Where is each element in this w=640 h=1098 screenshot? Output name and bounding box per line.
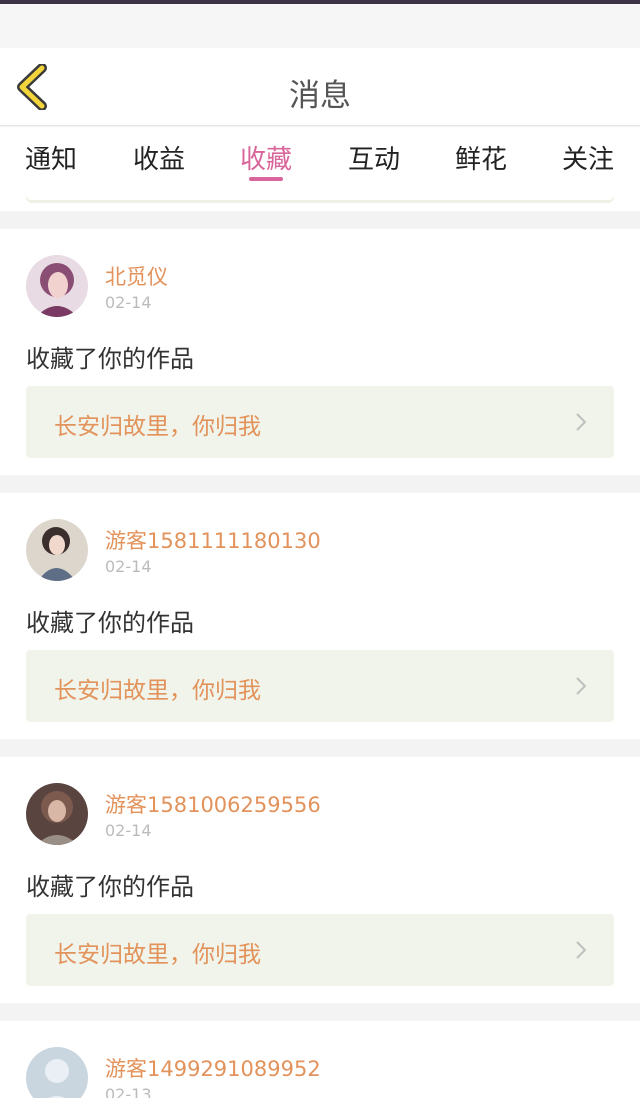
notification-card: 游客1499291089952 02-13 bbox=[0, 1021, 640, 1098]
user-avatar-image bbox=[26, 255, 88, 317]
work-link[interactable]: 长安归故里，你归我 bbox=[26, 650, 614, 722]
user-name[interactable]: 游客1581006259556 bbox=[105, 789, 321, 819]
previous-card-edge bbox=[26, 197, 614, 203]
notification-date: 02-14 bbox=[105, 557, 152, 576]
status-bar-spacer bbox=[0, 4, 640, 48]
default-avatar-icon bbox=[26, 1047, 88, 1098]
tab-earnings[interactable]: 收益 bbox=[114, 139, 204, 176]
notification-card: 游客1581006259556 02-14 收藏了你的作品 长安归故里，你归我 bbox=[0, 757, 640, 1003]
user-avatar-image bbox=[26, 519, 88, 581]
tab-favorites[interactable]: 收藏 bbox=[221, 139, 311, 176]
app-header: 消息 bbox=[0, 48, 640, 126]
page-title: 消息 bbox=[289, 78, 351, 114]
tab-follows[interactable]: 关注 bbox=[543, 139, 633, 176]
avatar[interactable] bbox=[26, 783, 88, 845]
tab-interactions[interactable]: 互动 bbox=[329, 139, 419, 176]
notification-card: 游客1581111180130 02-14 收藏了你的作品 长安归故里，你归我 bbox=[0, 493, 640, 739]
avatar[interactable] bbox=[26, 1047, 88, 1098]
avatar[interactable] bbox=[26, 255, 88, 317]
notification-action: 收藏了你的作品 bbox=[26, 345, 194, 373]
work-link[interactable]: 长安归故里，你归我 bbox=[26, 386, 614, 458]
user-name[interactable]: 游客1581111180130 bbox=[105, 525, 321, 555]
work-link[interactable]: 长安归故里，你归我 bbox=[26, 914, 614, 986]
notification-date: 02-13 bbox=[105, 1085, 152, 1098]
work-title: 长安归故里，你归我 bbox=[54, 678, 261, 704]
notification-date: 02-14 bbox=[105, 293, 152, 312]
tab-notifications[interactable]: 通知 bbox=[6, 139, 96, 176]
user-name[interactable]: 游客1499291089952 bbox=[105, 1053, 321, 1083]
work-title: 长安归故里，你归我 bbox=[54, 414, 261, 440]
user-name[interactable]: 北觅仪 bbox=[105, 261, 168, 291]
chevron-right-icon bbox=[576, 413, 587, 431]
avatar[interactable] bbox=[26, 519, 88, 581]
chevron-right-icon bbox=[576, 677, 587, 695]
notification-date: 02-14 bbox=[105, 821, 152, 840]
work-title: 长安归故里，你归我 bbox=[54, 942, 261, 968]
notification-action: 收藏了你的作品 bbox=[26, 873, 194, 901]
tab-bar: 通知 收益 收藏 互动 鲜花 关注 bbox=[0, 127, 640, 211]
chevron-right-icon bbox=[576, 941, 587, 959]
tab-flowers[interactable]: 鲜花 bbox=[436, 139, 526, 176]
notification-action: 收藏了你的作品 bbox=[26, 609, 194, 637]
notification-card: 北觅仪 02-14 收藏了你的作品 长安归故里，你归我 bbox=[0, 229, 640, 475]
user-avatar-image bbox=[26, 783, 88, 845]
active-tab-indicator bbox=[249, 177, 283, 181]
